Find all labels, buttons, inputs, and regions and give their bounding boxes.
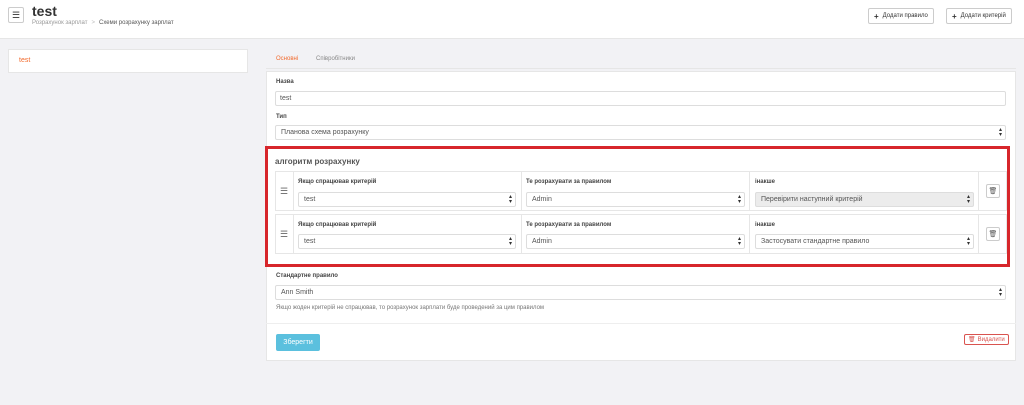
default-rule-select[interactable]: Ann Smith ▴ ▾ (275, 285, 1006, 300)
select-arrows-icon: ▴ ▾ (966, 236, 970, 247)
breadcrumb: Розрахунок зарплат > Схеми розрахунку зарп… (32, 20, 174, 26)
chevron-right-icon: > (91, 20, 96, 26)
rule-select[interactable]: Admin ▴ ▾ (526, 192, 745, 207)
page-title: test (32, 3, 57, 19)
name-input-value: test (280, 95, 292, 102)
criterion-select-value: test (304, 238, 316, 245)
else-select-value: Застосувати стандартне правило (761, 238, 870, 245)
name-label: Назва (276, 79, 294, 85)
top-header: ☰ test Розрахунок зарплат > Схеми розрахун… (0, 0, 1024, 39)
tab-main[interactable]: Основні (276, 56, 298, 62)
else-select: Перевірити наступний критерій ▴ ▾ (755, 192, 974, 207)
breadcrumb-item-payroll[interactable]: Розрахунок зарплат (32, 20, 88, 26)
name-input[interactable]: test (275, 91, 1006, 106)
rule-label: Те розрахувати за правилом (526, 222, 612, 228)
default-rule-value: Ann Smith (281, 289, 314, 296)
plus-icon: + (952, 11, 957, 21)
criterion-select[interactable]: test ▴ ▾ (298, 192, 516, 207)
save-button[interactable]: Зберегти (276, 334, 320, 351)
rule-cell: Те розрахувати за правилом Admin ▴ ▾ (521, 171, 750, 211)
rule-label: Те розрахувати за правилом (526, 179, 612, 185)
rule-select-value: Admin (532, 196, 552, 203)
delete-row-cell: 🗑 (978, 214, 1007, 254)
add-rule-label: Додати правило (882, 13, 928, 19)
select-arrows-icon: ▴ ▾ (966, 194, 970, 205)
select-arrows-icon: ▴ ▾ (998, 287, 1002, 298)
drag-cell: ☰ (275, 171, 294, 211)
drag-handle-icon[interactable]: ☰ (280, 186, 288, 197)
select-arrows-icon: ▴ ▾ (508, 236, 512, 247)
add-criterion-label: Додати критерій (960, 13, 1006, 19)
default-rule-label: Стандартне правило (276, 273, 338, 279)
else-select-value: Перевірити наступний критерій (761, 196, 863, 203)
rule-cell: Те розрахувати за правилом Admin ▴ ▾ (521, 214, 750, 254)
criterion-cell: Якщо спрацював критерій test ▴ ▾ (293, 171, 522, 211)
else-cell: інакше Перевірити наступний критерій ▴ ▾ (749, 171, 979, 211)
select-arrows-icon: ▴ ▾ (737, 236, 741, 247)
algorithm-row: ☰ Якщо спрацював критерій test ▴ ▾ Те роз… (275, 171, 1007, 211)
default-rule-hint: Якщо жоден критерій не спрацював, то роз… (276, 305, 545, 311)
trash-icon: 🗑 (968, 337, 976, 343)
select-arrows-icon: ▴ ▾ (737, 194, 741, 205)
tab-employees[interactable]: Співробітники (316, 56, 355, 62)
scheme-list: test (8, 49, 248, 73)
delete-button[interactable]: 🗑 Видалити (964, 334, 1009, 345)
select-arrows-icon: ▴ ▾ (998, 127, 1002, 138)
drag-handle-icon[interactable]: ☰ (280, 229, 288, 240)
else-select[interactable]: Застосувати стандартне правило ▴ ▾ (755, 234, 974, 249)
else-label: інакше (755, 222, 775, 228)
drag-cell: ☰ (275, 214, 294, 254)
rule-select-value: Admin (532, 238, 552, 245)
select-arrows-icon: ▴ ▾ (508, 194, 512, 205)
criterion-label: Якщо спрацював критерій (298, 222, 377, 228)
else-label: інакше (755, 179, 775, 185)
type-select[interactable]: Планова схема розрахунку ▴ ▾ (275, 125, 1006, 140)
delete-label: Видалити (977, 336, 1005, 343)
criterion-select-value: test (304, 196, 316, 203)
trash-icon[interactable]: 🗑 (986, 227, 1000, 241)
criterion-label: Якщо спрацював критерій (298, 179, 377, 185)
add-criterion-button[interactable]: + Додати критерій (946, 8, 1012, 24)
trash-icon[interactable]: 🗑 (986, 184, 1000, 198)
algorithm-title: алгоритм розрахунку (275, 157, 360, 166)
delete-row-cell: 🗑 (978, 171, 1007, 211)
algorithm-row: ☰ Якщо спрацював критерій test ▴ ▾ Те роз… (275, 214, 1007, 254)
else-cell: інакше Застосувати стандартне правило ▴ ▾ (749, 214, 979, 254)
sidebar-item-test[interactable]: test (19, 57, 30, 64)
type-label: Тип (276, 114, 287, 120)
rule-select[interactable]: Admin ▴ ▾ (526, 234, 745, 249)
add-rule-button[interactable]: + Додати правило (868, 8, 934, 24)
footer-divider (266, 323, 1016, 324)
criterion-cell: Якщо спрацював критерій test ▴ ▾ (293, 214, 522, 254)
breadcrumb-item-schemes[interactable]: Схеми розрахунку зарплат (99, 20, 174, 26)
hamburger-menu-icon[interactable]: ☰ (8, 7, 24, 23)
type-select-value: Планова схема розрахунку (281, 129, 369, 136)
plus-icon: + (874, 11, 879, 21)
tabs-divider (266, 68, 1016, 69)
criterion-select[interactable]: test ▴ ▾ (298, 234, 516, 249)
